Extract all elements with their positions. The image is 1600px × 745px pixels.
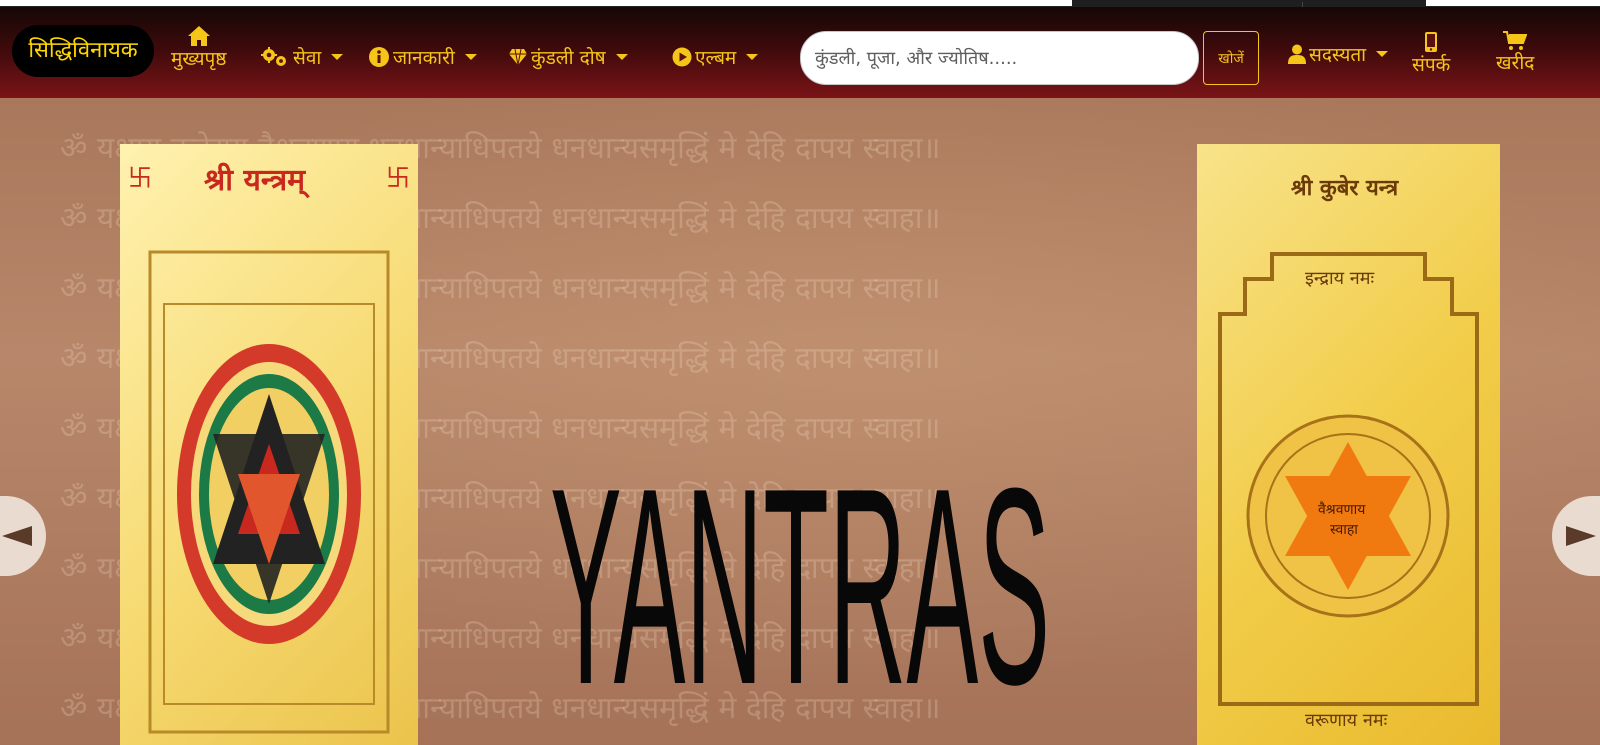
hero-title: YANTRAS <box>550 458 1050 708</box>
home-icon <box>187 26 210 46</box>
nav-contact[interactable]: संपर्क <box>1412 31 1450 77</box>
yantra-bottom-label: वरूणाय नमः <box>1305 710 1388 731</box>
chevron-down-icon <box>615 54 628 60</box>
hero-title-text: YANTRAS <box>550 458 1050 708</box>
kuber-yantra-image: श्री कुबेर यन्त्र इन्द्राय नमः वरूणाय नम… <box>1197 144 1500 745</box>
shri-yantra-image: श्री यन्त्रम् 卐 卐 <box>120 144 418 745</box>
chevron-down-icon <box>464 54 477 60</box>
nav-contact-label: संपर्क <box>1412 54 1451 76</box>
nav-jankari-label: जानकारी <box>393 47 455 69</box>
nav-membership-label: सदस्यता <box>1309 44 1367 66</box>
nav-seva[interactable]: सेवा <box>260 44 344 70</box>
nav-home-label: मुख्यपृष्ठ <box>171 48 227 70</box>
brand-logo[interactable]: सिद्धिविनायक <box>12 25 154 77</box>
chevron-down-icon <box>746 54 759 60</box>
yantra-center-label: वैश्रवणाय <box>1318 501 1366 518</box>
nav-cart[interactable]: खरीद <box>1496 31 1534 75</box>
arrow-right-icon <box>1566 526 1596 546</box>
mobile-icon <box>1425 32 1438 52</box>
swastika-icon: 卐 <box>128 164 152 192</box>
arrow-left-icon <box>2 526 32 546</box>
kuber-yantra-diagram: इन्द्राय नमः वरूणाय नमः वैश्रवणाय स्वाहा <box>1218 252 1479 731</box>
hero-carousel: ॐ यक्षाय कुबेराय वैश्रवणाय धनधान्याधिपतय… <box>0 98 1600 745</box>
carousel-next-button[interactable] <box>1552 496 1600 576</box>
nav-kundali-dosh-label: कुंडली दोष <box>531 47 606 69</box>
gears-icon <box>260 47 290 67</box>
chevron-down-icon <box>1376 51 1389 57</box>
cart-icon <box>1503 31 1528 50</box>
gem-icon <box>508 48 528 66</box>
shri-yantra-diagram: 卐 卐 <box>128 164 410 734</box>
play-circle-icon <box>672 47 692 67</box>
nav-cart-label: खरीद <box>1496 52 1535 74</box>
main-navbar: सिद्धिविनायक मुख्यपृष्ठ सेवा जानकारी कुं… <box>0 7 1600 98</box>
nav-album[interactable]: एल्बम <box>672 44 759 70</box>
carousel-prev-button[interactable] <box>0 496 46 576</box>
nav-album-label: एल्बम <box>695 47 737 69</box>
nav-jankari[interactable]: जानकारी <box>368 44 477 70</box>
chevron-down-icon <box>331 54 344 60</box>
info-icon <box>368 46 390 68</box>
yantra-center-label: स्वाहा <box>1330 522 1358 538</box>
nav-seva-label: सेवा <box>293 47 322 69</box>
search-button[interactable]: खोजें <box>1203 31 1259 85</box>
nav-kundali-dosh[interactable]: कुंडली दोष <box>508 44 628 70</box>
nav-home[interactable]: मुख्यपृष्ठ <box>171 25 226 71</box>
nav-membership[interactable]: सदस्यता <box>1288 41 1389 67</box>
user-icon <box>1288 44 1306 64</box>
yantra-top-label: इन्द्राय नमः <box>1305 268 1375 289</box>
search-input[interactable] <box>800 31 1199 85</box>
swastika-icon: 卐 <box>386 164 410 192</box>
